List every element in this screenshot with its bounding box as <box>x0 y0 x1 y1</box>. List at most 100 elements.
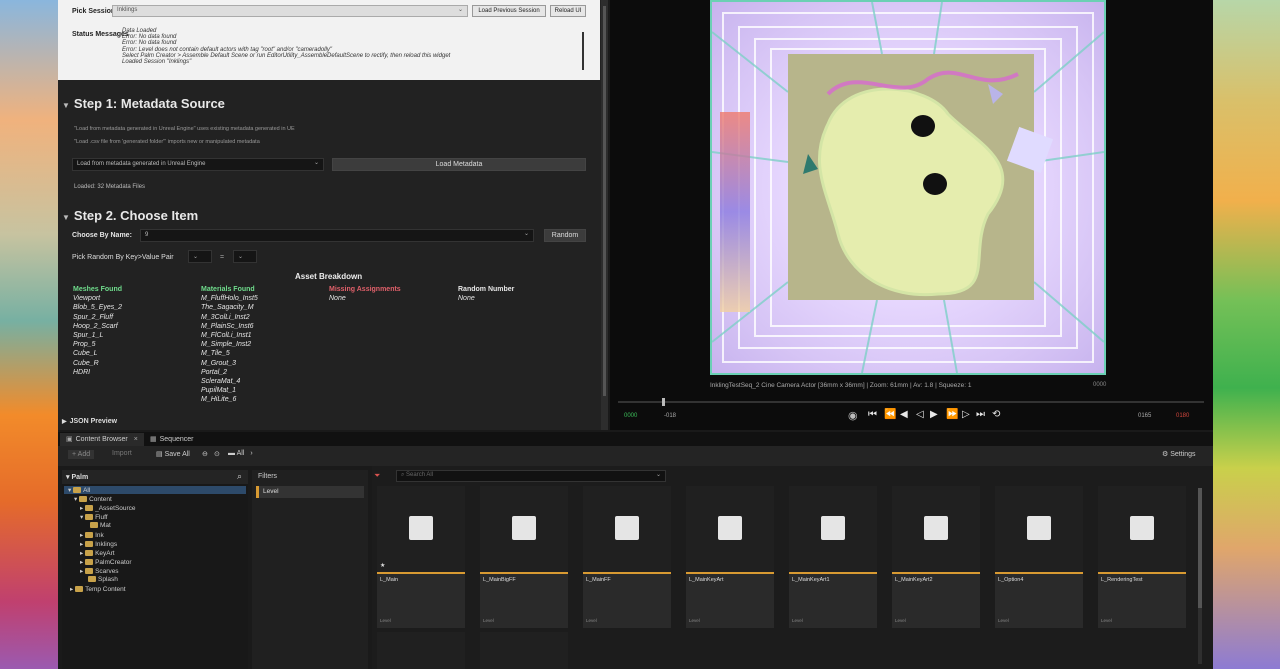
folder-icon <box>85 550 94 557</box>
value-dropdown[interactable]: ⌄ <box>233 250 257 263</box>
filter-level[interactable]: Level <box>256 486 364 498</box>
chevron-down-icon: ⌄ <box>238 254 244 260</box>
next-key-icon[interactable]: ▷ <box>962 409 970 420</box>
asset-tile[interactable]: L_RenderingTest Level <box>1098 486 1186 628</box>
pick-session-dropdown[interactable]: Inklings ⌄ <box>112 5 468 17</box>
folder-icon <box>73 487 82 494</box>
tree-item-assetsource[interactable]: ▸ _AssetSource <box>80 504 136 512</box>
random-number-header: Random Number <box>458 286 515 293</box>
search-input[interactable]: ⌕ Search All ⌄ <box>396 470 666 482</box>
tree-item-content[interactable]: ▾ Content <box>74 495 112 503</box>
json-preview-header[interactable]: ▶ JSON Preview <box>62 418 117 425</box>
step-forward-icon[interactable]: ⏩ <box>946 409 958 420</box>
chevron-down-icon: ⌄ <box>523 231 529 237</box>
grid-scrollbar-thumb[interactable] <box>1198 488 1202 608</box>
gear-icon: ⚙ <box>1162 451 1171 458</box>
asset-type: Level <box>586 618 597 623</box>
list-item: Portal_2 <box>201 368 228 376</box>
asset-tile[interactable]: L_MainKeyArt1 Level <box>789 486 877 628</box>
tree-label: Scarves <box>95 568 119 575</box>
asset-tile[interactable] <box>480 632 568 669</box>
search-icon[interactable]: ⌕ <box>237 471 242 482</box>
load-previous-session-button[interactable]: Load Previous Session <box>472 5 546 17</box>
folder-tree: ▾ Palm ⌕ ▾ All ▾ Content ▸ _AssetSource … <box>62 470 248 669</box>
reverse-play-icon[interactable]: ◁ <box>916 409 924 420</box>
list-item: Hoop_2_Scarf <box>73 322 118 330</box>
tree-item-inklings[interactable]: ▸ Inklings <box>80 540 117 548</box>
meshes-column: Meshes Found Viewport Blob_5_Eyes_2 Spur… <box>73 285 122 377</box>
key-dropdown[interactable]: ⌄ <box>188 250 212 263</box>
render-preview[interactable] <box>710 0 1106 375</box>
missing-header: Missing Assignments <box>329 286 401 293</box>
folder-icon <box>85 532 94 539</box>
timecode-end-red: 0180 <box>1176 413 1190 419</box>
asset-name: L_MainKeyArt1 <box>792 577 830 583</box>
asset-tile[interactable]: L_Option4 Level <box>995 486 1083 628</box>
asset-type-bar <box>583 572 671 574</box>
list-item: ScleraMat_4 <box>201 378 241 386</box>
asset-name: L_MainBigFF <box>483 577 516 583</box>
asset-tile[interactable]: L_MainKeyArt2 Level <box>892 486 980 628</box>
chevron-down-icon: ⌄ <box>655 472 661 478</box>
tree-item-all[interactable]: ▾ All <box>64 486 246 494</box>
tree-item-keyart[interactable]: ▸ KeyArt <box>80 549 115 557</box>
image-icon <box>1130 516 1154 540</box>
tree-label: PalmCreator <box>95 559 132 566</box>
reload-ui-button[interactable]: Reload UI <box>550 5 586 17</box>
chevron-down-icon: ⌄ <box>457 7 463 13</box>
tree-root-label[interactable]: ▾ Palm <box>66 473 88 481</box>
path-breadcrumb[interactable]: ▬ All › <box>228 450 253 457</box>
asset-tile[interactable]: L_MainFF Level <box>583 486 671 628</box>
tree-item-fluff[interactable]: ▾ Fluff <box>80 513 108 521</box>
panel-scrollbar-track[interactable] <box>601 0 608 430</box>
tree-item-mat[interactable]: Mat <box>90 522 111 529</box>
status-scrollbar[interactable] <box>582 32 584 70</box>
image-icon <box>615 516 639 540</box>
sequencer-icon: ▦ <box>150 436 157 443</box>
random-number-column: Random Number None <box>458 285 514 303</box>
loop-icon[interactable]: ⟲ <box>992 409 1000 420</box>
step-back-icon[interactable]: ⏪ <box>884 409 896 420</box>
step2-header[interactable]: ▼ Step 2. Choose Item <box>62 208 198 223</box>
jump-start-icon[interactable]: ⏮ <box>868 409 877 420</box>
record-icon[interactable]: ◉ <box>848 409 858 422</box>
add-button[interactable]: + Add <box>68 450 95 459</box>
tree-item-temp-content[interactable]: ▸ Temp Content <box>70 585 126 593</box>
random-button[interactable]: Random <box>544 229 586 242</box>
close-icon[interactable]: × <box>134 436 138 443</box>
tree-label: Inklings <box>95 541 118 548</box>
tree-item-palmcreator[interactable]: ▸ PalmCreator <box>80 558 132 566</box>
metadata-source-dropdown[interactable]: Load from metadata generated in Unreal E… <box>72 158 324 171</box>
jump-end-icon[interactable]: ⏭ <box>976 409 985 420</box>
settings-button[interactable]: ⚙ Settings <box>1162 450 1196 458</box>
chevron-down-icon: ⌄ <box>313 160 319 166</box>
import-button[interactable]: Import <box>112 450 132 457</box>
panel-scrollbar-thumb[interactable] <box>603 6 606 396</box>
tree-item-splash[interactable]: Splash <box>88 576 118 583</box>
tab-sequencer[interactable]: ▦ Sequencer <box>144 433 199 446</box>
asset-tile[interactable]: ★ L_Main Level <box>377 486 465 628</box>
save-all-button[interactable]: ▤ Save All <box>156 450 190 458</box>
asset-tile[interactable]: L_MainBigFF Level <box>480 486 568 628</box>
tree-item-scarves[interactable]: ▸ Scarves <box>80 567 119 575</box>
list-item: Cube_L <box>73 350 98 358</box>
folder-icon <box>79 496 88 503</box>
tab-content-browser[interactable]: ▣ Content Browser × <box>60 433 144 446</box>
history-forward-icon[interactable]: ⊙ <box>214 450 220 458</box>
tree-item-ink[interactable]: ▸ Ink <box>80 531 104 539</box>
asset-tile[interactable]: L_MainKeyArt Level <box>686 486 774 628</box>
grid-scrollbar[interactable] <box>1198 488 1202 664</box>
asset-name: L_RenderingTest <box>1101 577 1143 583</box>
choose-by-name-dropdown[interactable]: 9 ⌄ <box>140 229 534 242</box>
filter-icon[interactable]: ⏷ <box>374 471 380 481</box>
desktop-wallpaper-right <box>1212 0 1280 669</box>
prev-frame-icon[interactable]: ◀ <box>900 409 908 420</box>
history-back-icon[interactable]: ⊖ <box>202 450 208 458</box>
play-icon[interactable]: ▶ <box>930 409 938 420</box>
asset-tile[interactable] <box>377 632 465 669</box>
asset-type: Level <box>380 618 391 623</box>
list-item: Viewport <box>73 295 101 303</box>
desktop-wallpaper-left <box>0 0 60 669</box>
step1-header[interactable]: ▼ Step 1: Metadata Source <box>62 96 225 111</box>
load-metadata-button[interactable]: Load Metadata <box>332 158 586 171</box>
